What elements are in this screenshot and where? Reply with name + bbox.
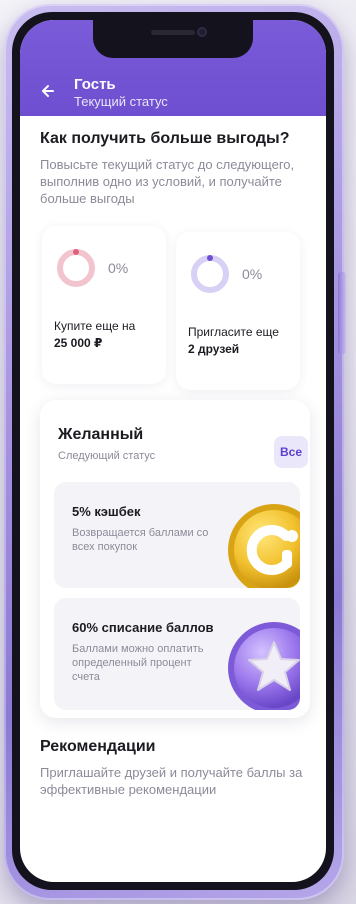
phone-frame: Гость Текущий статус Как получить больше… [4, 4, 346, 900]
front-camera [197, 27, 207, 37]
condition-value: 2 друзей [188, 342, 240, 356]
star-coin-icon [228, 622, 300, 710]
content: Как получить больше выгоды? Повысьте тек… [20, 116, 326, 882]
section-heading: Как получить больше выгоды? [40, 130, 290, 147]
benefit-title: 60% списание баллов [72, 620, 214, 635]
page-title: Гость [74, 76, 116, 93]
condition-label: Купите еще на [54, 319, 136, 333]
phone-notch [93, 20, 253, 58]
coin-g-icon [228, 504, 300, 588]
all-benefits-button[interactable]: Все [274, 436, 308, 468]
progress-ring-icon [191, 255, 229, 293]
next-status-title: Желанный [58, 426, 144, 443]
progress-ring-start-dot [207, 255, 213, 261]
recommendations-description: Приглашайте друзей и получайте баллы за … [40, 765, 303, 797]
condition-percent: 0% [242, 266, 263, 282]
condition-percent: 0% [108, 260, 129, 276]
progress-ring-track [57, 249, 95, 287]
condition-label: Пригласите еще [188, 325, 279, 339]
recommendations-title: Рекомендации [40, 738, 156, 755]
speaker-grille [151, 30, 195, 35]
page-subtitle: Текущий статус [74, 94, 168, 109]
benefit-item-points-writeoff[interactable]: 60% списание баллов Баллами можно оплати… [54, 598, 300, 710]
benefit-title: 5% кэшбек [72, 504, 141, 519]
next-status-card: Желанный Следующий статус Все 5% кэшбек … [40, 400, 310, 718]
section-description: Повысьте текущий статус до следующего, в… [40, 157, 295, 206]
condition-card-invite[interactable]: 0% Пригласите еще 2 друзей [176, 232, 300, 390]
stage: Гость Текущий статус Как получить больше… [0, 0, 356, 904]
progress-ring-start-dot [73, 249, 79, 255]
benefit-description: Возвращается баллами со всех покупок [72, 527, 209, 553]
progress-ring-track [191, 255, 229, 293]
condition-card-purchase[interactable]: 0% Купите еще на 25 000 ₽ [42, 226, 166, 384]
back-arrow-icon[interactable] [38, 80, 60, 102]
benefit-item-cashback[interactable]: 5% кэшбек Возвращается баллами со всех п… [54, 482, 300, 588]
phone-side-button [338, 272, 346, 354]
benefit-description: Баллами можно оплатить определенный проц… [72, 643, 204, 683]
next-status-subtitle: Следующий статус [58, 450, 156, 462]
phone-screen: Гость Текущий статус Как получить больше… [20, 20, 326, 882]
condition-value: 25 000 ₽ [54, 336, 103, 350]
progress-ring-icon [57, 249, 95, 287]
